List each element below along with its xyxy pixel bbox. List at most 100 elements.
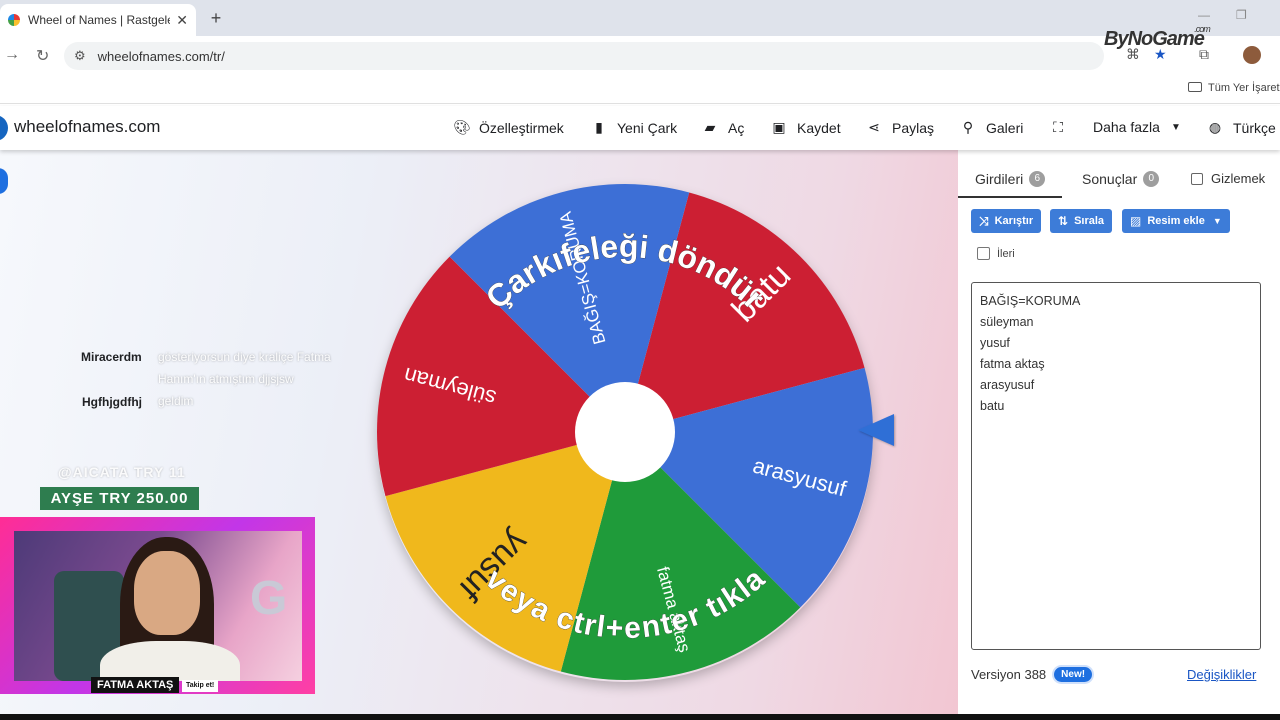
menu-gallery[interactable]: ⚲ Galeri xyxy=(960,119,1024,136)
taskbar-edge xyxy=(0,714,1280,720)
sort-icon: ⇅ xyxy=(1058,214,1069,228)
advanced-label: İleri xyxy=(997,247,1015,260)
add-image-label: Resim ekle xyxy=(1147,215,1205,227)
menu-new-wheel[interactable]: ▮ Yeni Çark xyxy=(591,119,677,136)
wheel-center[interactable] xyxy=(575,382,675,482)
changes-link[interactable]: Değişiklikler xyxy=(1187,667,1256,682)
add-image-button[interactable]: ▨ Resim ekle ▼ xyxy=(1122,209,1230,233)
tab-close-icon[interactable]: ✕ xyxy=(176,12,188,29)
search-icon: ⚲ xyxy=(962,119,974,135)
version-info: Versiyon 388 New! xyxy=(971,667,1093,682)
site-logo-icon[interactable] xyxy=(0,115,8,141)
caret-down-icon: ▼ xyxy=(1170,121,1181,133)
browser-tab[interactable]: Wheel of Names | Rastgele ad s ✕ xyxy=(0,4,196,36)
browser-tab-bar: Wheel of Names | Rastgele ad s ✕ + — ❐ xyxy=(0,0,1280,36)
sort-label: Sırala xyxy=(1074,215,1105,227)
tab-results[interactable]: Sonuçlar 0 xyxy=(1082,171,1160,187)
wheel[interactable]: batuarasyusuffatma aktaşyusufsüleymanBAĞ… xyxy=(375,182,875,682)
menu-new-wheel-label: Yeni Çark xyxy=(617,119,678,136)
shuffle-label: Karıştır xyxy=(994,215,1034,227)
streamer-face xyxy=(134,551,200,635)
profile-avatar[interactable] xyxy=(1243,46,1261,64)
menu-share-label: Paylaş xyxy=(892,119,935,136)
menu-open[interactable]: ▰ Aç xyxy=(702,119,745,136)
forward-icon[interactable]: → xyxy=(4,46,20,64)
reload-icon[interactable]: ↻ xyxy=(36,46,49,66)
menu-customize-label: Özelleştirmek xyxy=(479,119,564,136)
browser-toolbar: → ↻ ⚙ wheelofnames.com/tr/ xyxy=(0,36,1280,76)
file-icon: ▮ xyxy=(595,119,603,135)
address-bar[interactable]: ⚙ wheelofnames.com/tr/ xyxy=(64,42,1104,70)
translate-icon[interactable]: ⌘ xyxy=(1126,46,1140,63)
minimize-icon[interactable]: — xyxy=(1198,8,1210,22)
palette-icon: 🎨︎ xyxy=(453,119,471,135)
all-bookmarks[interactable]: Tüm Yer İşaretle xyxy=(1188,82,1280,94)
streamer-body xyxy=(100,641,240,681)
menu-open-label: Aç xyxy=(728,119,745,136)
entry-line: fatma aktaş xyxy=(980,357,1045,371)
wheel-pointer-icon xyxy=(858,414,894,446)
image-icon: ▨ xyxy=(1130,214,1142,228)
site-name[interactable]: wheelofnames.com xyxy=(14,117,160,137)
sort-button[interactable]: ⇅ Sırala xyxy=(1050,209,1113,233)
menu-language[interactable]: ◍ Türkçe xyxy=(1207,119,1276,136)
tab-entries[interactable]: Girdileri 6 xyxy=(975,171,1046,187)
menu-customize[interactable]: 🎨︎ Özelleştirmek xyxy=(453,119,564,136)
entries-textarea[interactable]: BAĞIŞ=KORUMA süleyman yusuf fatma aktaş … xyxy=(971,282,1261,650)
entry-line: yusuf xyxy=(980,336,1010,350)
chat-message-1: gösteriyorsun diye kraliçe Fatma Hanım'ı… xyxy=(158,350,331,386)
watermark-suffix: .com xyxy=(1194,24,1210,34)
advanced-toggle[interactable]: İleri xyxy=(977,247,1015,260)
fullscreen-icon: ⛶ xyxy=(1053,119,1063,135)
all-bookmarks-label: Tüm Yer İşaretle xyxy=(1208,82,1280,94)
menu-save[interactable]: ▣ Kaydet xyxy=(771,119,841,136)
bookmark-star-icon[interactable]: ★ xyxy=(1154,46,1167,63)
browser-tab-title: Wheel of Names | Rastgele ad s xyxy=(28,13,171,27)
hide-checkbox[interactable] xyxy=(1191,172,1203,185)
background-letter: G xyxy=(250,572,288,625)
site-header: wheelofnames.com 🎨︎ Özelleştirmek ▮ Yeni Ç… xyxy=(0,106,1280,150)
version-label: Versiyon 388 xyxy=(971,667,1047,682)
entry-line: BAĞIŞ=KORUMA xyxy=(980,294,1081,308)
menu-gallery-label: Galeri xyxy=(986,119,1024,136)
chat-user-1: Miracerdm xyxy=(81,350,142,364)
site-settings-icon[interactable]: ⚙ xyxy=(74,48,86,64)
results-count-badge: 0 xyxy=(1143,171,1160,187)
chat-user-2: Hgfhjgdfhj xyxy=(82,395,142,409)
new-badge[interactable]: New! xyxy=(1054,667,1093,682)
menu-share[interactable]: ⋖ Paylaş xyxy=(866,119,934,136)
extensions-icon[interactable]: ⧉ xyxy=(1199,46,1209,63)
advanced-checkbox[interactable] xyxy=(977,247,990,260)
globe-icon: ◍ xyxy=(1208,119,1222,135)
hide-toggle[interactable]: Gizlemek xyxy=(1191,171,1265,186)
folder-open-icon: ▰ xyxy=(704,119,716,135)
address-url: wheelofnames.com/tr/ xyxy=(97,48,225,64)
new-tab-button[interactable]: + xyxy=(206,8,226,29)
entry-line: arasyusuf xyxy=(980,378,1035,392)
shuffle-button[interactable]: ⤨ Karıştır xyxy=(971,209,1042,233)
webcam-feed: G xyxy=(14,531,302,681)
tab-results-label: Sonuçlar xyxy=(1082,171,1138,187)
streamer-name: FATMA AKTAŞ xyxy=(91,677,180,693)
wheel-favicon-icon xyxy=(8,14,20,26)
folder-icon xyxy=(1188,82,1202,92)
follow-label: Takip et! xyxy=(182,680,219,692)
caret-down-icon: ▼ xyxy=(1212,216,1222,226)
share-icon: ⋖ xyxy=(868,119,880,135)
shuffle-icon: ⤨ xyxy=(979,213,989,228)
hide-label: Gizlemek xyxy=(1211,171,1266,186)
tab-entries-label: Girdileri xyxy=(975,171,1024,187)
menu-language-label: Türkçe xyxy=(1233,119,1276,136)
menu-more[interactable]: Daha fazla ▼ xyxy=(1093,119,1184,135)
bookmarks-bar: Tüm Yer İşaretle xyxy=(0,76,1280,104)
restore-icon[interactable]: ❐ xyxy=(1236,8,1247,22)
active-tab-indicator xyxy=(958,196,1062,198)
donation-previous: @AICATA TRY 11 xyxy=(58,464,186,480)
menu-save-label: Kaydet xyxy=(797,119,841,136)
entry-line: batu xyxy=(980,399,1005,413)
fullscreen-button[interactable]: ⛶ xyxy=(1050,119,1076,136)
menu-more-label: Daha fazla xyxy=(1093,119,1160,135)
entries-count-badge: 6 xyxy=(1029,171,1046,187)
chat-message-2: geldim xyxy=(158,394,194,408)
donation-alert: AYŞE TRY 250.00 xyxy=(40,487,199,510)
